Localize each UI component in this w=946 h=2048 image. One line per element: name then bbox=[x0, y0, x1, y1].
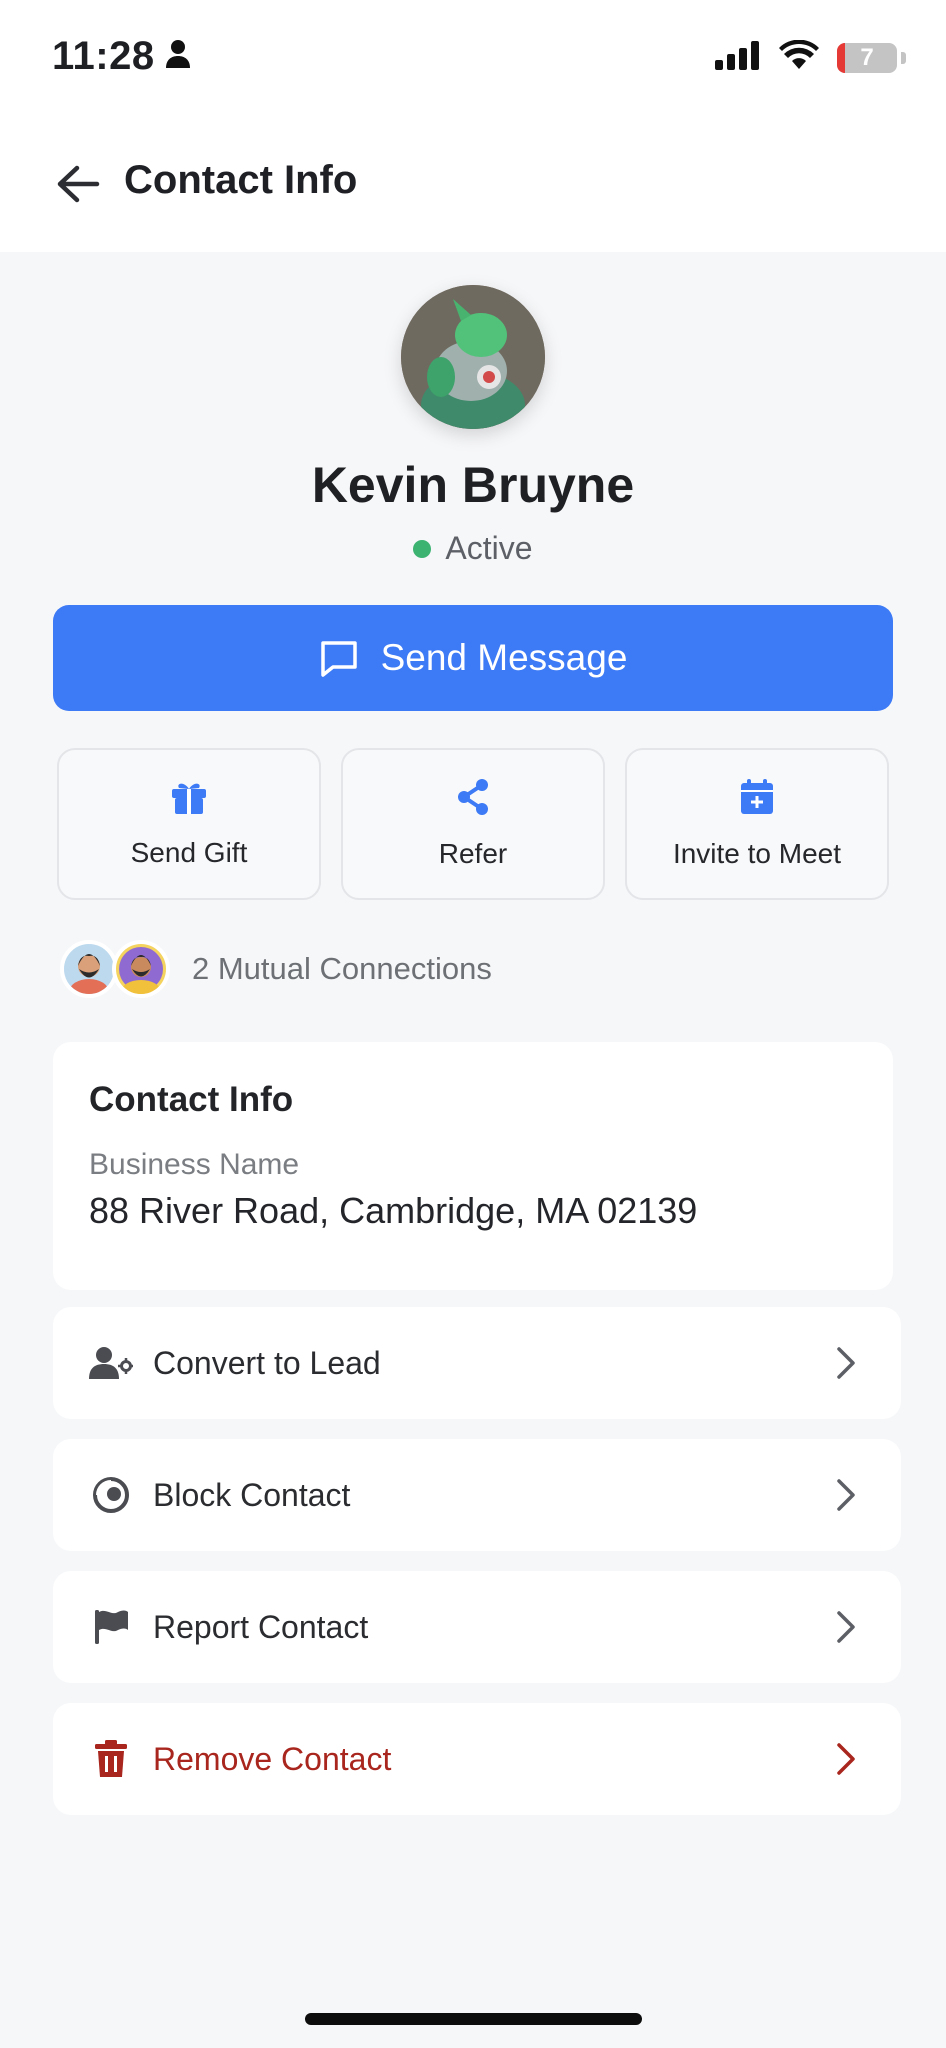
mutual-avatar bbox=[60, 940, 118, 998]
mutual-connections[interactable]: 2 Mutual Connections bbox=[60, 940, 492, 998]
refer-button[interactable]: Refer bbox=[341, 748, 605, 900]
contact-info-card: Contact Info Business Name 88 River Road… bbox=[53, 1042, 893, 1290]
business-address: 88 River Road, Cambridge, MA 02139 bbox=[89, 1190, 698, 1231]
remove-contact-button[interactable]: Remove Contact bbox=[53, 1703, 901, 1815]
contact-avatar bbox=[401, 285, 545, 429]
contact-info-screen: 11:28 7 Contact Info Kevin Bruyne Active… bbox=[0, 0, 946, 2048]
contact-name: Kevin Bruyne bbox=[311, 457, 635, 513]
chevron-right-icon bbox=[831, 1475, 861, 1515]
status-dot-icon bbox=[413, 539, 432, 558]
block-contact-label: Block Contact bbox=[153, 1476, 351, 1513]
battery-level: 7 bbox=[860, 43, 874, 71]
message-icon bbox=[320, 641, 357, 677]
top-bar: 11:28 7 Contact Info bbox=[0, 0, 946, 252]
signal-icon bbox=[715, 40, 761, 75]
share-icon bbox=[458, 779, 488, 815]
page-title: Contact Info bbox=[124, 158, 358, 202]
business-name-label: Business Name bbox=[89, 1148, 300, 1181]
send-gift-button[interactable]: Send Gift bbox=[57, 748, 321, 900]
send-message-label: Send Message bbox=[380, 637, 628, 678]
status-icons: 7 bbox=[715, 39, 906, 75]
refer-label: Refer bbox=[438, 838, 508, 869]
wifi-icon bbox=[779, 39, 819, 75]
gift-icon bbox=[172, 783, 206, 814]
battery-tip bbox=[901, 51, 906, 64]
invite-to-meet-button[interactable]: Invite to Meet bbox=[625, 748, 889, 900]
trash-icon bbox=[89, 1737, 133, 1781]
user-gear-icon bbox=[89, 1341, 133, 1385]
status-time: 11:28 bbox=[52, 34, 191, 79]
convert-to-lead-button[interactable]: Convert to Lead bbox=[53, 1307, 901, 1419]
chevron-right-icon bbox=[831, 1739, 861, 1779]
block-icon bbox=[89, 1473, 133, 1517]
battery-indicator: 7 bbox=[837, 42, 897, 73]
back-button[interactable] bbox=[54, 160, 102, 208]
send-message-button[interactable]: Send Message bbox=[53, 605, 893, 711]
send-gift-label: Send Gift bbox=[130, 837, 248, 868]
invite-to-meet-label: Invite to Meet bbox=[672, 838, 842, 869]
block-contact-button[interactable]: Block Contact bbox=[53, 1439, 901, 1551]
presence-status: Active bbox=[0, 530, 946, 567]
arrow-left-icon bbox=[57, 165, 100, 203]
home-indicator[interactable] bbox=[305, 2013, 642, 2025]
report-contact-label: Report Contact bbox=[153, 1608, 369, 1645]
flag-icon bbox=[89, 1605, 133, 1649]
quick-actions: Send Gift Refer Invite to Meet bbox=[57, 748, 889, 900]
calendar-plus-icon bbox=[741, 779, 773, 814]
status-text: Active bbox=[445, 530, 533, 566]
report-contact-button[interactable]: Report Contact bbox=[53, 1571, 901, 1683]
time-text: 11:28 bbox=[52, 34, 155, 78]
remove-contact-label: Remove Contact bbox=[153, 1740, 392, 1777]
person-icon bbox=[165, 34, 191, 79]
convert-to-lead-label: Convert to Lead bbox=[153, 1344, 381, 1381]
mutual-connections-text: 2 Mutual Connections bbox=[192, 951, 492, 986]
contact-info-title: Contact Info bbox=[89, 1080, 294, 1119]
chevron-right-icon bbox=[831, 1343, 861, 1383]
mutual-avatar bbox=[112, 940, 170, 998]
chevron-right-icon bbox=[831, 1607, 861, 1647]
